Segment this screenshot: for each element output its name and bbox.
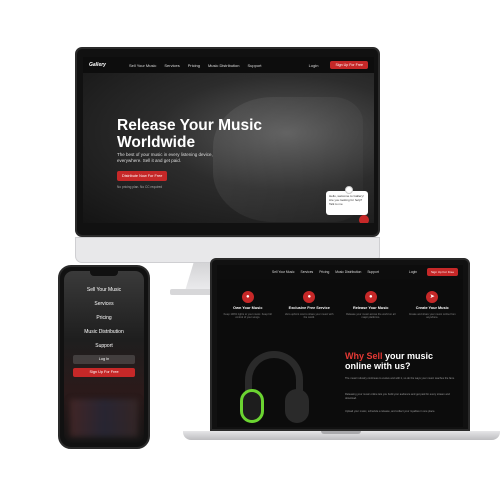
why-paragraph-3: Upload your music, schedule a release, a… bbox=[345, 410, 436, 413]
feature-text: Zero upfront cost to share your music wi… bbox=[285, 313, 334, 320]
send-icon: ➤ bbox=[426, 291, 439, 303]
feature-own: ● Own Your Music Keep 100% rights to you… bbox=[222, 291, 274, 320]
nav-link-distribution[interactable]: Music Distribution bbox=[335, 270, 361, 274]
nav-link-pricing[interactable]: Pricing bbox=[319, 270, 329, 274]
menu-item-support[interactable]: Support bbox=[64, 339, 144, 353]
nav-link-sell[interactable]: Sell Your Music bbox=[272, 270, 295, 274]
nav-links: Sell Your Music Services Pricing Music D… bbox=[272, 270, 379, 274]
headphones-cup-left bbox=[240, 389, 264, 423]
phone: Sell Your Music Services Pricing Music D… bbox=[58, 265, 150, 449]
desktop-navbar: Gallery Sell Your Music Services Pricing… bbox=[83, 57, 374, 73]
feature-title: Create Your Music bbox=[415, 306, 449, 310]
laptop-screen: Sell Your Music Services Pricing Music D… bbox=[217, 265, 463, 427]
headphones-image bbox=[237, 349, 312, 427]
logo[interactable]: Gallery bbox=[89, 62, 119, 68]
menu-item-sell[interactable]: Sell Your Music bbox=[64, 283, 144, 297]
feature-text: Create and share your music online from … bbox=[408, 313, 456, 320]
login-link[interactable]: Login bbox=[309, 63, 319, 68]
feature-text: Keep 100% rights to your music. Keep ful… bbox=[223, 313, 272, 320]
monitor-screen: Gallery Sell Your Music Services Pricing… bbox=[83, 57, 374, 223]
chat-bubble-icon[interactable] bbox=[359, 215, 369, 223]
laptop-lid: Sell Your Music Services Pricing Music D… bbox=[210, 258, 470, 431]
hero-subtitle: The best of your music in every listenin… bbox=[117, 152, 213, 163]
why-heading: Why Sell your music online with us? bbox=[345, 351, 455, 371]
feature-release: ● Release Your Music Release your music … bbox=[345, 291, 397, 320]
shield-icon: ● bbox=[241, 291, 254, 303]
login-link[interactable]: Login bbox=[409, 270, 417, 274]
feature-free: ● Exclusive Free Service Zero upfront co… bbox=[283, 291, 335, 320]
chat-avatar-icon bbox=[345, 186, 353, 194]
laptop-notch bbox=[321, 431, 361, 434]
nav-link-support[interactable]: Support bbox=[367, 270, 379, 274]
gift-icon: ● bbox=[303, 291, 316, 303]
feature-title: Release Your Music bbox=[352, 306, 389, 310]
feature-title: Own Your Music bbox=[233, 306, 263, 310]
mobile-login-button[interactable]: Log In bbox=[73, 355, 135, 364]
phone-screen: Sell Your Music Services Pricing Music D… bbox=[64, 271, 144, 443]
why-heading-accent: Why Sell bbox=[345, 351, 383, 361]
nav-link-distribution[interactable]: Music Distribution bbox=[208, 63, 240, 68]
hero-note: No pricing plan. No CC required bbox=[117, 185, 163, 189]
mobile-signup-button[interactable]: Sign Up For Free bbox=[73, 368, 135, 377]
desktop-monitor: Gallery Sell Your Music Services Pricing… bbox=[75, 47, 380, 295]
monitor-frame: Gallery Sell Your Music Services Pricing… bbox=[75, 47, 380, 237]
feature-create: ➤ Create Your Music Create and share you… bbox=[406, 291, 458, 320]
why-paragraph-2: Releasing your music online lets you bui… bbox=[345, 393, 450, 400]
nav-link-support[interactable]: Support bbox=[248, 63, 262, 68]
nav-links: Sell Your Music Services Pricing Music D… bbox=[129, 63, 262, 68]
signup-button[interactable]: Sign Up For Free bbox=[426, 268, 458, 276]
menu-item-distribution[interactable]: Music Distribution bbox=[64, 325, 144, 339]
nav-link-sell[interactable]: Sell Your Music bbox=[129, 63, 156, 68]
nav-link-pricing[interactable]: Pricing bbox=[188, 63, 200, 68]
nav-link-services[interactable]: Services bbox=[164, 63, 179, 68]
phone-notch bbox=[90, 271, 118, 276]
menu-item-pricing[interactable]: Pricing bbox=[64, 311, 144, 325]
nav-link-services[interactable]: Services bbox=[301, 270, 314, 274]
hero-title: Release Your Music Worldwide bbox=[117, 117, 263, 151]
mobile-menu: Sell Your Music Services Pricing Music D… bbox=[64, 283, 144, 377]
record-icon: ● bbox=[364, 291, 377, 303]
menu-item-services[interactable]: Services bbox=[64, 297, 144, 311]
blurred-background bbox=[70, 399, 138, 437]
feature-text: Release your music across the world on a… bbox=[346, 313, 396, 320]
why-paragraph-1: The music industry continues to evolve a… bbox=[345, 377, 455, 380]
features-row: ● Own Your Music Keep 100% rights to you… bbox=[217, 291, 463, 320]
laptop-navbar: Sell Your Music Services Pricing Music D… bbox=[217, 265, 463, 279]
headphones-cup-right bbox=[285, 389, 309, 423]
signup-button[interactable]: Sign Up For Free bbox=[330, 61, 368, 69]
chat-popup: Hello, welcome to Gallery! Are you looki… bbox=[326, 191, 368, 215]
feature-title: Exclusive Free Service bbox=[288, 306, 330, 310]
laptop: Sell Your Music Services Pricing Music D… bbox=[183, 258, 500, 440]
distribute-button[interactable]: Distribute Now For Free bbox=[117, 171, 168, 181]
